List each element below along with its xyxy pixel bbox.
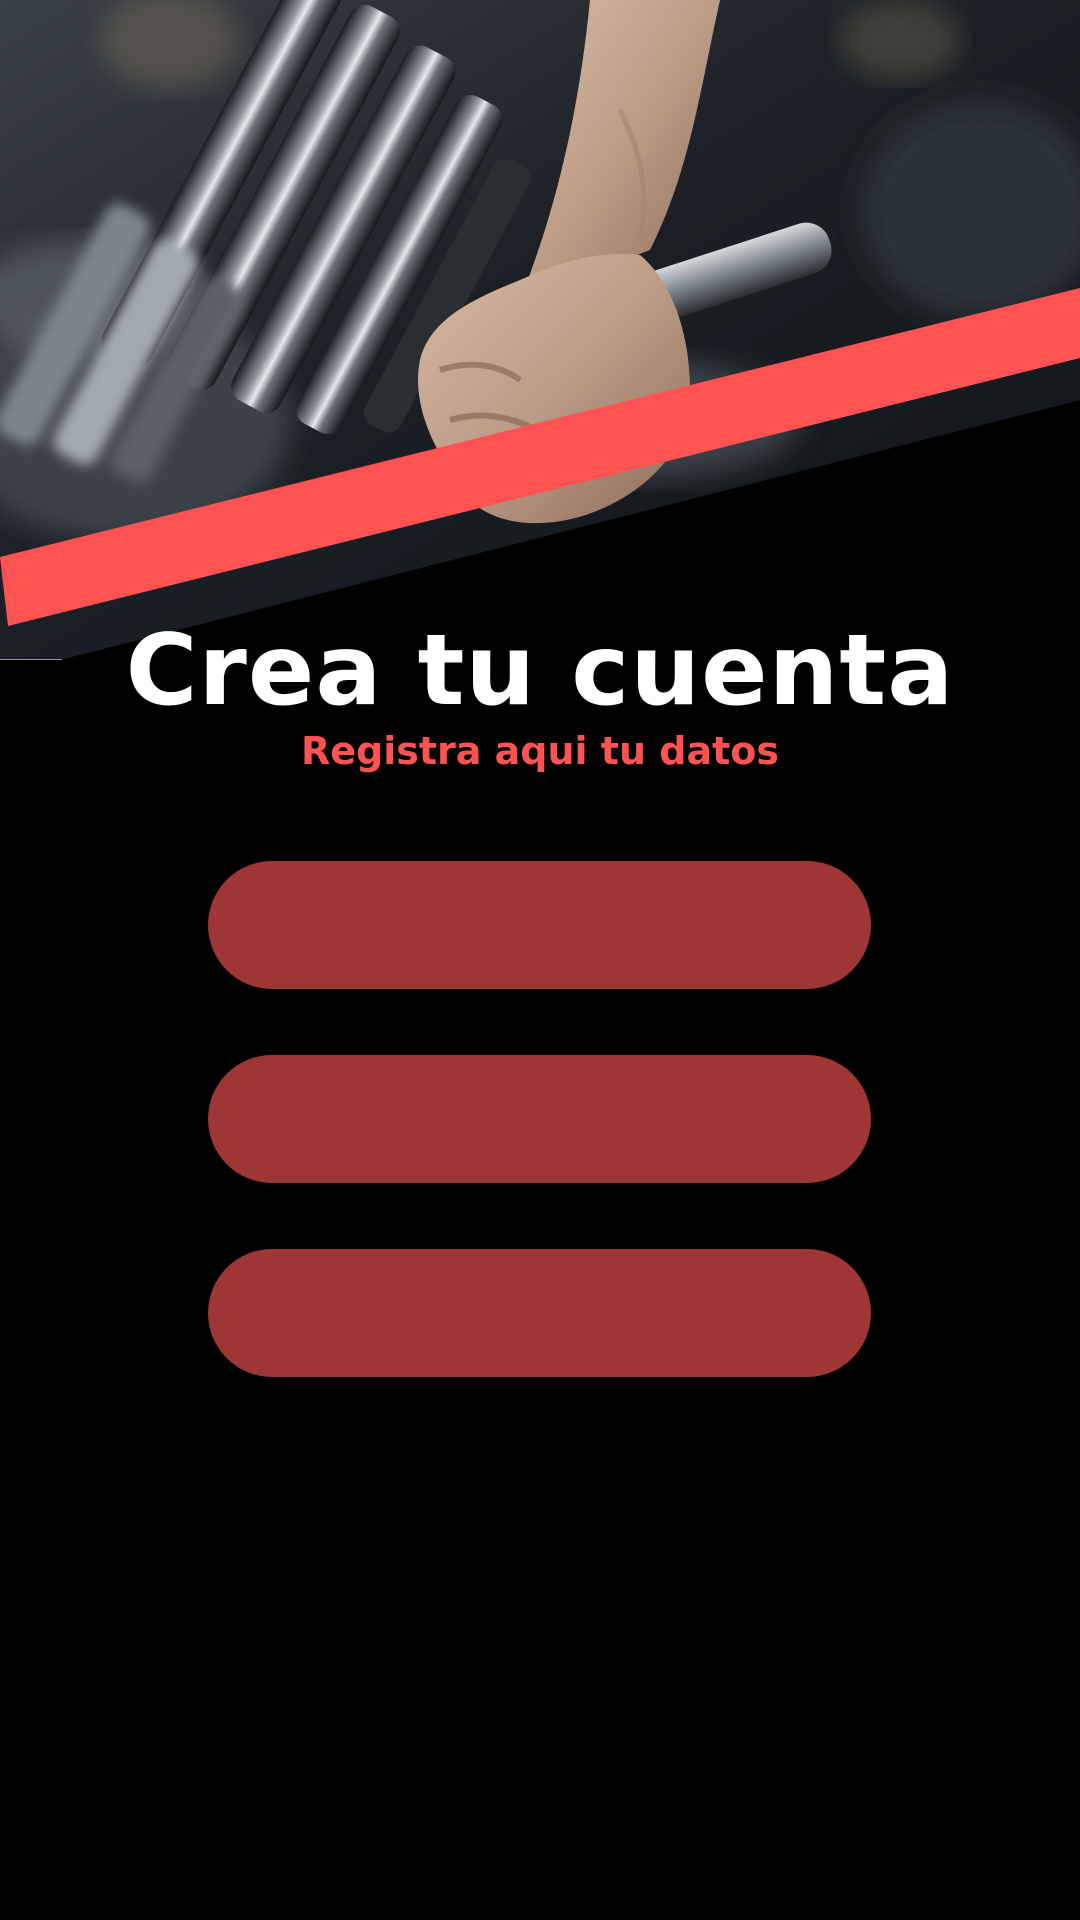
form-input-3[interactable] <box>264 1290 815 1336</box>
page-subtitle: Registra aqui tu datos <box>301 729 779 773</box>
form-input-1[interactable] <box>264 902 815 948</box>
page-title: Crea tu cuenta <box>125 614 955 728</box>
form-field-2[interactable] <box>208 1055 871 1183</box>
register-screen: Crea tu cuenta Registra aqui tu datos <box>0 0 1080 1920</box>
form-input-2[interactable] <box>264 1096 815 1142</box>
form-field-3[interactable] <box>208 1249 871 1377</box>
hero-image <box>0 0 1080 660</box>
form-field-1[interactable] <box>208 861 871 989</box>
